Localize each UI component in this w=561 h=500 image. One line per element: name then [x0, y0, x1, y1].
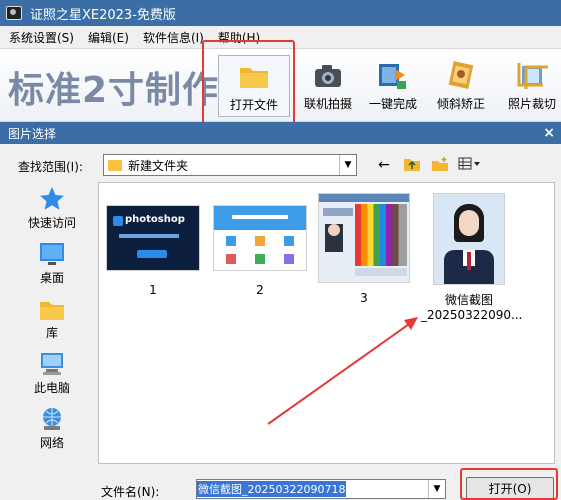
- camera-capture-button[interactable]: 联机拍摄: [292, 55, 364, 117]
- one-click-icon: [377, 61, 409, 91]
- place-network[interactable]: 网络: [20, 406, 84, 457]
- menu-software-info[interactable]: 软件信息(I): [138, 29, 209, 46]
- file-caption: 微信截图 _20250322090...: [421, 293, 523, 322]
- filename-value: 微信截图_20250322090718: [197, 481, 347, 497]
- place-label: 库: [45, 326, 58, 340]
- thumbnail: [433, 193, 505, 285]
- place-library[interactable]: 库: [20, 296, 84, 347]
- menu-system-settings[interactable]: 系统设置(S): [4, 29, 79, 46]
- place-this-pc[interactable]: 此电脑: [20, 351, 84, 402]
- thumbnail: [318, 193, 410, 283]
- dialog-title: 图片选择: [8, 126, 57, 141]
- menu-edit[interactable]: 编辑(E): [83, 29, 134, 46]
- computer-icon: [38, 351, 66, 377]
- view-menu-icon[interactable]: [458, 156, 480, 174]
- folder-icon: [108, 159, 122, 171]
- highlight-open-button: [460, 468, 558, 500]
- title-bar: 证照之星XE2023-免费版: [0, 0, 561, 26]
- place-label: 桌面: [39, 271, 64, 285]
- star-icon: [38, 186, 66, 212]
- filename-input[interactable]: 微信截图_20250322090718 ▼: [196, 479, 446, 499]
- photo-crop-button[interactable]: 照片裁切: [496, 55, 561, 117]
- lookin-value: 新建文件夹: [128, 158, 189, 173]
- one-click-button[interactable]: 一键完成: [357, 55, 429, 117]
- filename-label: 文件名(N):: [101, 485, 160, 499]
- place-label: 此电脑: [33, 381, 70, 395]
- back-arrow-icon[interactable]: ←: [374, 156, 394, 174]
- file-item-3[interactable]: 3: [316, 193, 412, 305]
- crop-icon: [516, 61, 548, 91]
- file-item-4[interactable]: 微信截图 _20250322090...: [421, 193, 523, 323]
- lookin-dropdown[interactable]: 新建文件夹 ▼: [103, 154, 357, 176]
- app-camera-icon: [6, 6, 22, 20]
- place-label: 网络: [39, 436, 64, 450]
- file-caption: 3: [360, 291, 368, 305]
- place-desktop[interactable]: 桌面: [20, 241, 84, 292]
- up-folder-icon[interactable]: [402, 156, 422, 174]
- file-item-2[interactable]: 2: [212, 193, 308, 297]
- lookin-label: 查找范围(I):: [18, 160, 83, 174]
- thumbnail-text: photoshop: [125, 214, 185, 225]
- network-icon: [38, 406, 66, 432]
- thumbnail: [213, 205, 307, 271]
- dialog-header: 图片选择 ×: [0, 122, 561, 144]
- chevron-down-icon[interactable]: ▼: [428, 480, 445, 498]
- desktop-icon: [38, 241, 66, 267]
- place-label: 快速访问: [27, 216, 76, 230]
- highlight-open-file: [202, 40, 295, 129]
- nav-toolbar: ←: [374, 156, 480, 174]
- brand-title: 标准2寸制作: [8, 70, 220, 111]
- new-folder-icon[interactable]: [430, 156, 450, 174]
- window-title: 证照之星XE2023-免费版: [30, 7, 176, 23]
- place-quick-access[interactable]: 快速访问: [20, 186, 84, 237]
- close-icon[interactable]: ×: [543, 125, 555, 141]
- file-item-1[interactable]: photoshop 1: [105, 193, 201, 297]
- camera-icon: [312, 61, 344, 91]
- library-icon: [38, 296, 66, 322]
- thumbnail: photoshop: [106, 205, 200, 271]
- tilt-correct-button[interactable]: 倾斜矫正: [425, 55, 497, 117]
- file-dialog: 查找范围(I): 新建文件夹 ▼ ← 快速访问 桌面 库 此电脑 网络 phot…: [0, 144, 561, 500]
- places-bar: 快速访问 桌面 库 此电脑 网络: [20, 182, 84, 457]
- file-caption: 1: [149, 283, 157, 297]
- file-list[interactable]: photoshop 1 2 3 微信截图 _20250322090...: [98, 182, 555, 464]
- tilt-correct-icon: [445, 61, 477, 91]
- chevron-down-icon[interactable]: ▼: [339, 155, 356, 175]
- file-caption: 2: [256, 283, 264, 297]
